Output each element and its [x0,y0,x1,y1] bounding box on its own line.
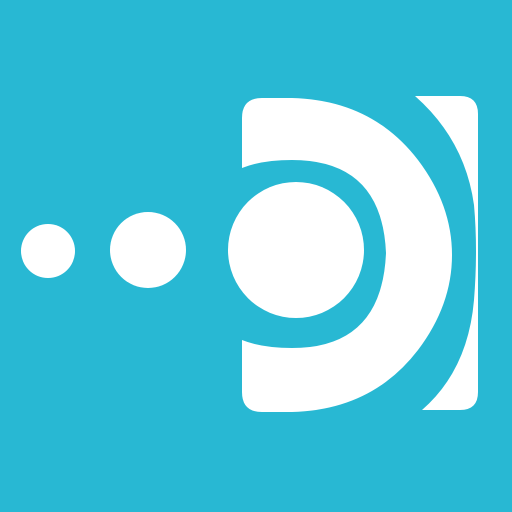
app-logo-graphic [0,0,512,512]
app-logo-icon [0,0,512,512]
large-circle-icon [228,182,364,318]
small-dot-icon [21,224,75,278]
medium-dot-icon [110,212,186,288]
